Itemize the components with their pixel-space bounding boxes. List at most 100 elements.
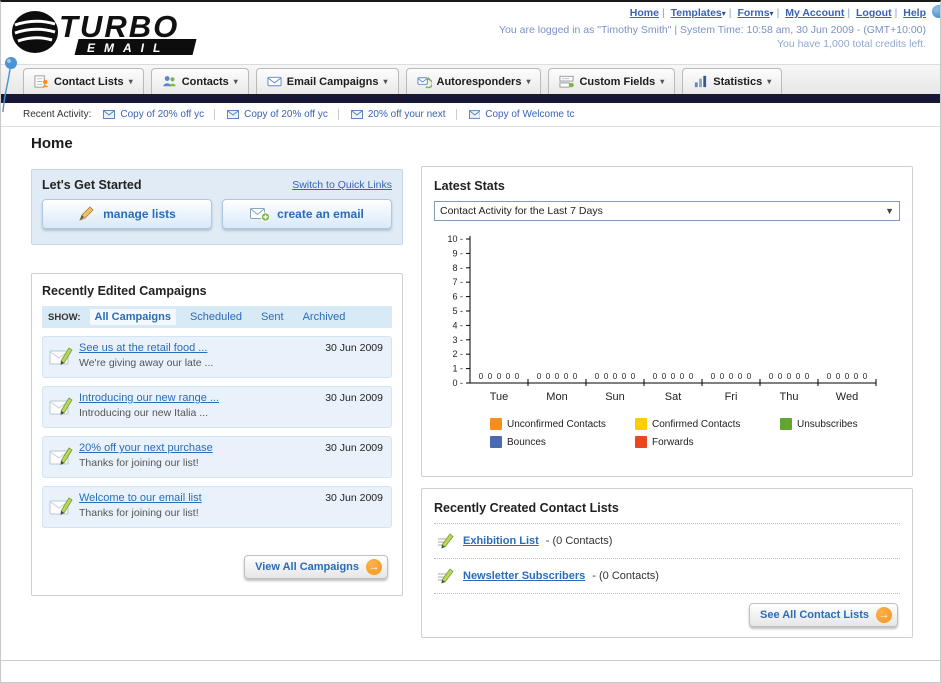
chevron-down-icon: ▾ bbox=[721, 9, 726, 18]
envelope-plus-icon bbox=[250, 208, 271, 222]
manage-lists-button[interactable]: manage lists bbox=[42, 199, 212, 229]
svg-text:0 -: 0 - bbox=[452, 378, 463, 388]
envelope-icon bbox=[468, 110, 481, 119]
campaign-title-link[interactable]: 20% off your next purchase bbox=[79, 442, 317, 454]
tab-autoresponders[interactable]: Autoresponders ▾ bbox=[405, 68, 542, 94]
svg-text:Sat: Sat bbox=[665, 391, 682, 403]
recent-activity-item[interactable]: Copy of Welcome tc bbox=[467, 109, 585, 120]
legend-label: Confirmed Contacts bbox=[652, 418, 741, 430]
nav-separator: | bbox=[776, 7, 780, 19]
contact-lists-icon bbox=[34, 75, 49, 88]
arrow-circle-icon: → bbox=[366, 559, 382, 575]
svg-text:Wed: Wed bbox=[836, 391, 858, 403]
svg-text:0: 0 bbox=[680, 372, 685, 381]
statistics-icon bbox=[695, 75, 707, 88]
svg-text:0: 0 bbox=[747, 372, 752, 381]
campaign-row[interactable]: See us at the retail food ... We're givi… bbox=[42, 336, 392, 378]
nav-link-forms[interactable]: Forms bbox=[737, 7, 769, 19]
campaign-date: 30 Jun 2009 bbox=[325, 442, 383, 454]
turbo-email-logo[interactable]: TURBO EMAIL bbox=[9, 5, 269, 64]
envelope-icon bbox=[103, 110, 116, 119]
autoresponders-icon bbox=[416, 77, 432, 89]
campaign-row[interactable]: Introducing our new range ... Introducin… bbox=[42, 386, 392, 428]
see-all-contact-lists-button[interactable]: See All Contact Lists → bbox=[748, 603, 898, 627]
recent-activity-item[interactable]: Copy of 20% off yc bbox=[101, 109, 216, 120]
view-all-campaigns-button[interactable]: View All Campaigns → bbox=[244, 555, 388, 579]
recent-activity-item-label: Copy of Welcome tc bbox=[485, 109, 575, 120]
svg-text:0: 0 bbox=[604, 372, 609, 381]
svg-text:0: 0 bbox=[555, 372, 560, 381]
campaign-row[interactable]: 20% off your next purchase Thanks for jo… bbox=[42, 436, 392, 478]
legend-label: Forwards bbox=[652, 436, 694, 448]
stats-period-dropdown[interactable]: Contact Activity for the Last 7 Days ▼ bbox=[434, 201, 900, 221]
tab-custom-fields[interactable]: Custom Fields ▾ bbox=[548, 68, 676, 94]
nav-link-templates[interactable]: Templates bbox=[671, 7, 722, 19]
campaign-title-link[interactable]: See us at the retail food ... bbox=[79, 342, 317, 354]
logo-text-email: EMAIL bbox=[87, 41, 169, 55]
campaign-edit-icon bbox=[49, 492, 79, 522]
contact-list-item[interactable]: Newsletter Subscribers - (0 Contacts) bbox=[434, 559, 900, 594]
get-started-title: Let's Get Started bbox=[42, 178, 142, 192]
filter-sent[interactable]: Sent bbox=[256, 309, 289, 325]
campaign-subtitle: Introducing our new Italia ... bbox=[79, 407, 208, 419]
tab-label: Statistics bbox=[713, 75, 763, 88]
view-all-campaigns-label: View All Campaigns bbox=[255, 561, 359, 573]
svg-text:0: 0 bbox=[573, 372, 578, 381]
recent-activity-item-label: Copy of 20% off yc bbox=[120, 109, 205, 120]
svg-text:5 -: 5 - bbox=[452, 306, 463, 316]
legend-item: Unsubscribes bbox=[780, 415, 925, 433]
nav-link-logout[interactable]: Logout bbox=[856, 7, 892, 19]
campaign-row[interactable]: Welcome to our email list Thanks for joi… bbox=[42, 486, 392, 528]
svg-text:Fri: Fri bbox=[725, 391, 738, 403]
svg-text:0: 0 bbox=[729, 372, 734, 381]
campaign-title-link[interactable]: Introducing our new range ... bbox=[79, 392, 317, 404]
tab-email-campaigns[interactable]: Email Campaigns ▾ bbox=[255, 68, 399, 94]
contact-list-name-link[interactable]: Exhibition List bbox=[463, 535, 539, 547]
contact-lists-title: Recently Created Contact Lists bbox=[434, 501, 619, 515]
campaign-title-link[interactable]: Welcome to our email list bbox=[79, 492, 317, 504]
filter-archived[interactable]: Archived bbox=[298, 309, 351, 325]
svg-text:0: 0 bbox=[827, 372, 832, 381]
chevron-down-icon: ▼ bbox=[885, 206, 894, 216]
recent-activity-item-label: 20% off your next bbox=[367, 109, 446, 120]
filter-all-campaigns[interactable]: All Campaigns bbox=[89, 309, 176, 325]
nav-link-help[interactable]: Help bbox=[903, 7, 926, 19]
tab-statistics[interactable]: Statistics ▾ bbox=[682, 68, 783, 94]
svg-text:Thu: Thu bbox=[780, 391, 799, 403]
campaign-subtitle: Thanks for joining our list! bbox=[79, 507, 199, 519]
recent-activity-item[interactable]: 20% off your next bbox=[349, 109, 457, 120]
svg-text:3 -: 3 - bbox=[452, 335, 463, 345]
legend-swatch bbox=[635, 436, 647, 448]
legend-swatch bbox=[780, 418, 792, 430]
contact-list-item[interactable]: Exhibition List - (0 Contacts) bbox=[434, 524, 900, 559]
tab-contact-lists[interactable]: Contact Lists ▾ bbox=[23, 68, 144, 94]
legend-item: Confirmed Contacts bbox=[635, 415, 780, 433]
filter-scheduled[interactable]: Scheduled bbox=[185, 309, 247, 325]
svg-text:1 -: 1 - bbox=[452, 364, 463, 374]
logo-text-turbo: TURBO bbox=[59, 9, 179, 44]
tab-contacts[interactable]: Contacts ▾ bbox=[150, 68, 249, 94]
chart-legend: Unconfirmed Contacts Confirmed Contacts Un… bbox=[490, 415, 930, 451]
svg-text:2 -: 2 - bbox=[452, 349, 463, 359]
svg-text:0: 0 bbox=[506, 372, 511, 381]
nav-link-my-account[interactable]: My Account bbox=[785, 7, 844, 19]
recent-activity-item-label: Copy of 20% off yc bbox=[244, 109, 328, 120]
tab-label: Contact Lists bbox=[54, 75, 124, 88]
nav-link-home[interactable]: Home bbox=[630, 7, 659, 19]
svg-text:0: 0 bbox=[863, 372, 868, 381]
legend-label: Bounces bbox=[507, 436, 546, 448]
switch-quick-links-link[interactable]: Switch to Quick Links bbox=[292, 179, 392, 191]
contact-list-name-link[interactable]: Newsletter Subscribers bbox=[463, 570, 585, 582]
create-email-button[interactable]: create an email bbox=[222, 199, 392, 229]
campaign-edit-icon bbox=[49, 392, 79, 422]
legend-swatch bbox=[635, 418, 647, 430]
campaign-edit-icon bbox=[49, 442, 79, 472]
page-title: Home bbox=[31, 135, 73, 152]
campaign-date: 30 Jun 2009 bbox=[325, 492, 383, 504]
recent-activity-item[interactable]: Copy of 20% off yc bbox=[225, 109, 339, 120]
contact-list-count: - (0 Contacts) bbox=[545, 535, 613, 547]
chevron-down-icon: ▾ bbox=[526, 77, 531, 86]
svg-text:0: 0 bbox=[631, 372, 636, 381]
svg-text:0: 0 bbox=[546, 372, 551, 381]
svg-text:0: 0 bbox=[796, 372, 801, 381]
